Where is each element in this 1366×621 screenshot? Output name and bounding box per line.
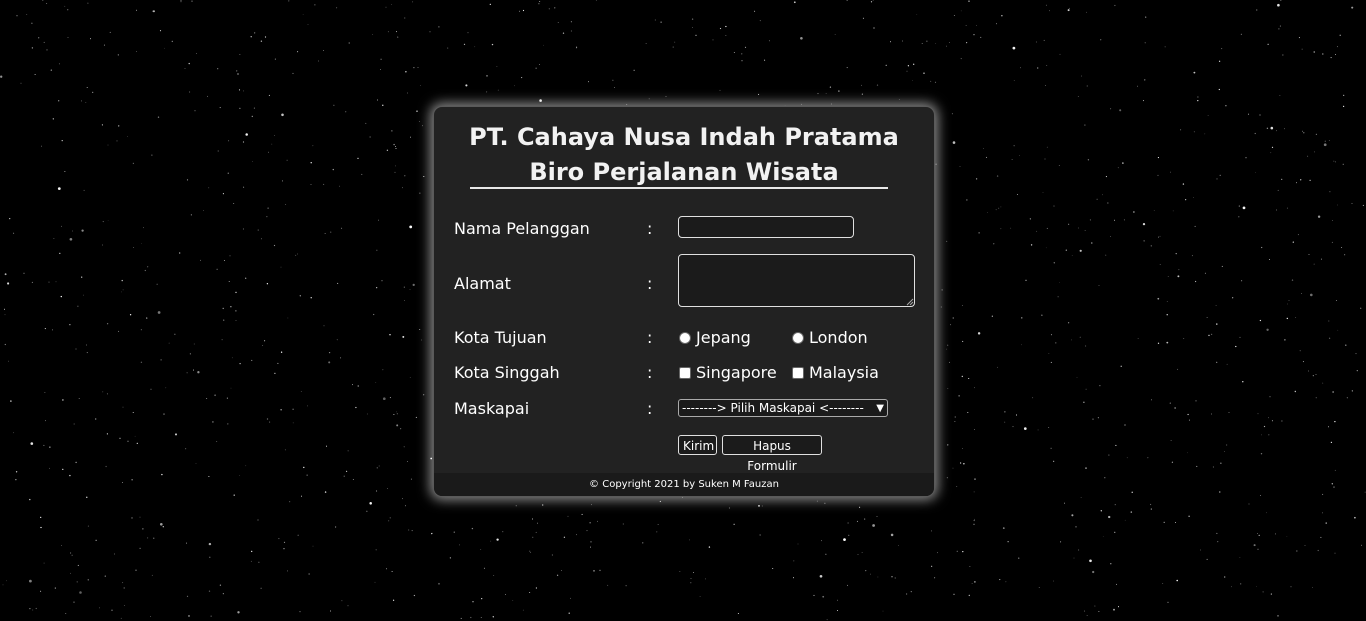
checkbox-icon[interactable] <box>679 367 691 379</box>
checkbox-icon[interactable] <box>792 367 804 379</box>
kota-tujuan-colon: : <box>647 328 653 347</box>
maskapai-select[interactable]: --------> Pilih Maskapai <-------- ▼ <box>678 399 888 417</box>
checkbox-option-malaysia[interactable]: Malaysia <box>792 363 879 383</box>
kirim-button[interactable]: Kirim <box>678 435 717 455</box>
kota-tujuan-label: Kota Tujuan <box>454 328 547 347</box>
kota-singgah-colon: : <box>647 363 653 382</box>
radio-button-icon[interactable] <box>679 332 691 344</box>
radio-button-icon[interactable] <box>792 332 804 344</box>
footer-copyright: © Copyright 2021 by Suken M Fauzan <box>434 473 934 496</box>
checkbox-label-malaysia: Malaysia <box>809 363 879 382</box>
travel-form-card: PT. Cahaya Nusa Indah Pratama Biro Perja… <box>433 106 935 497</box>
radio-label-london: London <box>809 328 868 347</box>
nama-pelanggan-label: Nama Pelanggan <box>454 219 590 238</box>
radio-option-london[interactable]: London <box>792 328 868 348</box>
maskapai-colon: : <box>647 399 653 418</box>
hapus-formulir-button[interactable]: Hapus Formulir <box>722 435 822 473</box>
radio-option-jepang[interactable]: Jepang <box>679 328 751 348</box>
nama-pelanggan-input[interactable] <box>678 216 854 238</box>
alamat-colon: : <box>647 274 653 293</box>
title-divider <box>470 187 888 189</box>
alamat-label: Alamat <box>454 274 511 293</box>
company-name: PT. Cahaya Nusa Indah Pratama <box>469 123 899 151</box>
page-title: PT. Cahaya Nusa Indah Pratama Biro Perja… <box>434 120 934 190</box>
radio-label-jepang: Jepang <box>696 328 751 347</box>
checkbox-label-singapore: Singapore <box>696 363 777 382</box>
maskapai-selected-value: --------> Pilih Maskapai <-------- <box>682 401 864 415</box>
maskapai-label: Maskapai <box>454 399 530 418</box>
kota-singgah-label: Kota Singgah <box>454 363 560 382</box>
alamat-textarea[interactable] <box>678 254 915 307</box>
nama-pelanggan-colon: : <box>647 219 653 238</box>
checkbox-option-singapore[interactable]: Singapore <box>679 363 777 383</box>
company-subtitle: Biro Perjalanan Wisata <box>529 158 839 186</box>
chevron-down-icon: ▼ <box>876 403 884 414</box>
